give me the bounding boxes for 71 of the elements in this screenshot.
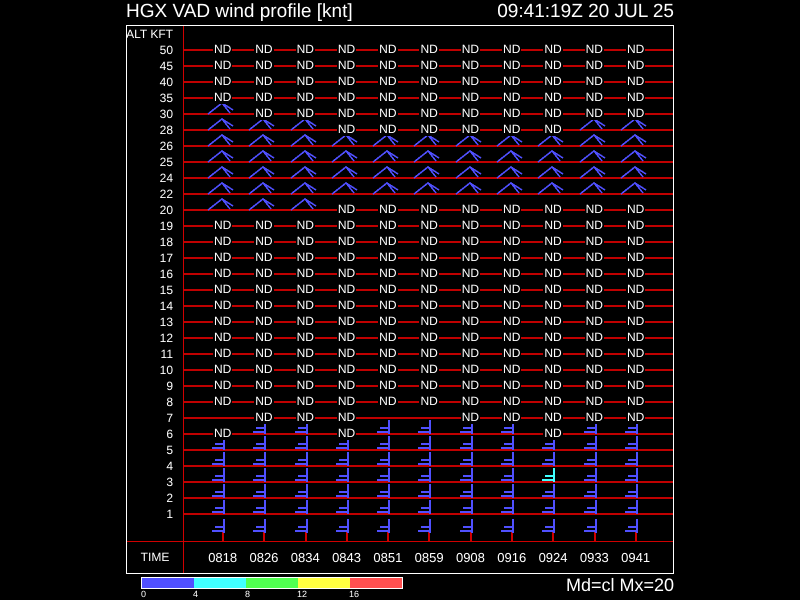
no-data-text: ND xyxy=(254,107,274,120)
no-data-text: ND xyxy=(419,123,439,136)
altitude-label: 30 xyxy=(160,106,173,121)
no-data-text: ND xyxy=(254,411,274,424)
time-label: 0916 xyxy=(496,550,528,565)
time-label: TIME xyxy=(140,550,170,564)
chart-title: HGX VAD wind profile [knt] xyxy=(126,1,353,24)
no-data-text: ND xyxy=(460,411,480,424)
no-data-text: ND xyxy=(543,427,563,440)
no-data-text: ND xyxy=(502,411,522,424)
altitude-label: 3 xyxy=(166,474,173,489)
no-data-text: ND xyxy=(296,107,315,120)
time-label: 0859 xyxy=(414,550,445,565)
scale-tick-label: 12 xyxy=(297,589,308,600)
altitude-label: 14 xyxy=(160,298,173,313)
time-label: 0941 xyxy=(620,550,652,565)
altitude-label: 2 xyxy=(166,490,173,505)
altitude-label: 4 xyxy=(166,458,173,473)
time-label: 0843 xyxy=(331,550,362,565)
no-data-text: ND xyxy=(212,427,232,440)
altitude-label: 18 xyxy=(160,234,173,249)
time-label: 0818 xyxy=(207,550,238,565)
no-data-text: ND xyxy=(584,107,604,120)
scale-tick-label: 0 xyxy=(141,589,146,600)
time-label: 0826 xyxy=(248,550,280,565)
altitude-label: 40 xyxy=(160,74,173,89)
altitude-label: 35 xyxy=(160,90,173,105)
altitude-label: 19 xyxy=(160,218,173,233)
no-data-text: ND xyxy=(378,123,398,136)
altitude-label: 13 xyxy=(160,314,173,329)
scale-tick-label: 8 xyxy=(245,589,250,600)
altitude-label: 50 xyxy=(160,42,173,57)
no-data-text: ND xyxy=(626,411,646,424)
altitude-label: 17 xyxy=(160,250,173,265)
no-data-text: ND xyxy=(543,123,563,136)
altitude-label: 8 xyxy=(166,394,173,409)
no-data-text: ND xyxy=(626,107,646,120)
scale-tick-label: 16 xyxy=(349,589,360,600)
altitude-label: 1 xyxy=(166,506,173,521)
altitude-label: 16 xyxy=(160,266,173,281)
time-label: 0933 xyxy=(578,550,610,565)
mode-text: Md=cl Mx=20 xyxy=(566,574,674,596)
no-data-text: ND xyxy=(584,411,604,424)
time-label: 0851 xyxy=(372,550,404,565)
time-label: 0908 xyxy=(454,550,486,565)
no-data-text: ND xyxy=(212,91,232,104)
no-data-text: ND xyxy=(336,427,356,440)
altitude-label: 11 xyxy=(160,346,173,361)
no-data-text: ND xyxy=(460,123,480,136)
altitude-label: 28 xyxy=(160,122,173,137)
altitude-label: 5 xyxy=(166,442,173,457)
altitude-label: 12 xyxy=(160,330,173,345)
no-data-text: ND xyxy=(502,123,522,136)
altitude-label: 9 xyxy=(166,378,173,393)
scale-tick-label: 4 xyxy=(193,589,198,600)
altitude-label: 10 xyxy=(160,362,173,377)
altitude-label: 7 xyxy=(166,410,173,425)
altitude-label: 45 xyxy=(160,58,173,73)
time-label: 0924 xyxy=(538,550,568,565)
axis-label: ALT KFT xyxy=(126,26,173,41)
altitude-label: 22 xyxy=(160,186,173,201)
no-data-text: ND xyxy=(296,411,315,424)
altitude-label: 26 xyxy=(160,138,173,153)
time-label: 0834 xyxy=(290,550,321,565)
altitude-label: 25 xyxy=(160,154,173,169)
no-data-text: ND xyxy=(336,123,356,136)
altitude-label: 6 xyxy=(166,426,173,441)
altitude-label: 24 xyxy=(160,170,173,185)
timestamp: 09:41:19Z 20 JUL 25 xyxy=(497,1,674,24)
altitude-label: 20 xyxy=(160,202,173,217)
altitude-label: 15 xyxy=(160,282,173,297)
